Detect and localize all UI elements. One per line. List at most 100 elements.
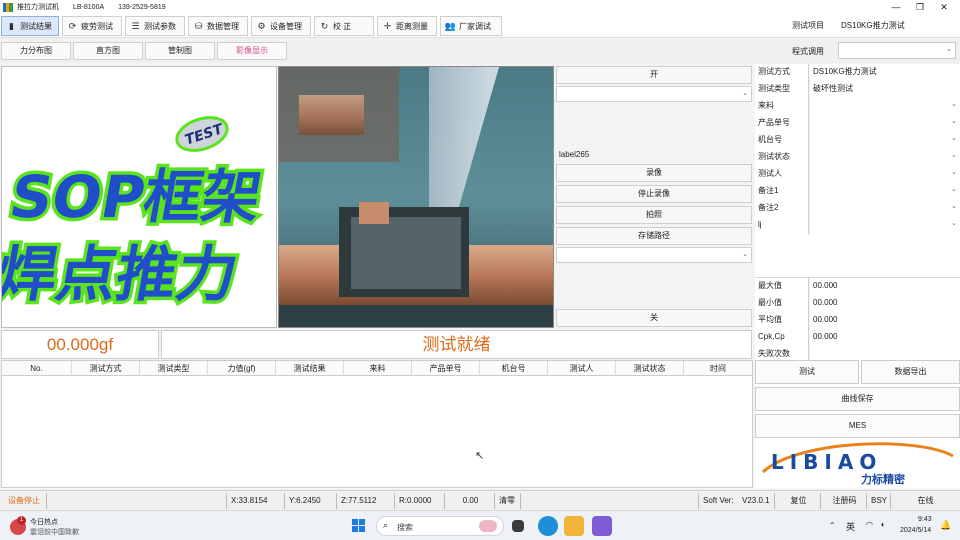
tray-chevron-icon[interactable]: ⌃: [829, 521, 836, 530]
column-header[interactable]: 测试方式: [72, 361, 140, 376]
test-button[interactable]: 测试: [755, 360, 859, 384]
users-icon: 👥: [444, 20, 457, 31]
project-label: 测试项目: [792, 21, 824, 30]
save-curve-button[interactable]: 曲线保存: [755, 387, 960, 411]
app-model: LB-8100A: [73, 3, 105, 11]
search-icon: ⌕: [383, 520, 389, 530]
test-params-button[interactable]: ☰ 测试参数: [125, 16, 185, 36]
column-header[interactable]: 测试人: [548, 361, 616, 376]
column-header[interactable]: No.: [2, 361, 72, 376]
column-header[interactable]: 测试结果: [276, 361, 344, 376]
info-row[interactable]: 测试人 ⌄: [755, 166, 960, 183]
calibrate-button[interactable]: ↻ 校 正: [314, 16, 374, 36]
tester-select[interactable]: [810, 166, 960, 183]
soft-version-value: V23.0.1: [742, 496, 770, 505]
info-row[interactable]: lj ⌄: [755, 217, 960, 234]
register-button[interactable]: 注册码: [820, 493, 864, 509]
factory-debug-button[interactable]: 👥 厂家调试: [440, 16, 502, 36]
clock-time[interactable]: 9:43: [918, 516, 932, 523]
device-status: 设备停止: [8, 496, 40, 505]
camera-open-button[interactable]: 开: [556, 66, 752, 84]
save-path-button[interactable]: 存储路径: [556, 227, 752, 245]
test-method-value: DS10KG推力测试: [810, 64, 960, 81]
zero-button[interactable]: 清零: [494, 493, 518, 509]
taskbar-search-box[interactable]: ⌕ 搜索: [376, 516, 504, 536]
clock-date[interactable]: 2024/5/14: [900, 527, 931, 534]
column-header[interactable]: 产品单号: [412, 361, 480, 376]
search-label: 搜索: [397, 523, 413, 532]
photo-button[interactable]: 拍照: [556, 206, 752, 224]
stop-record-button[interactable]: 停止录像: [556, 185, 752, 203]
distance-measure-button[interactable]: ✛ 距离测量: [377, 16, 437, 36]
volume-icon[interactable]: ◖: [880, 520, 885, 529]
edge-browser-icon[interactable]: [538, 516, 558, 536]
resolution-select[interactable]: ⌄: [556, 247, 752, 263]
file-explorer-icon[interactable]: [564, 516, 584, 536]
test-type-value: 破坏性测试: [810, 81, 960, 98]
maximize-icon[interactable]: ❐: [908, 0, 932, 14]
lj-select[interactable]: [810, 217, 960, 234]
tab-force-distribution[interactable]: 力分布图: [1, 42, 71, 60]
tab-histogram[interactable]: 直方图: [73, 42, 143, 60]
data-management-button[interactable]: ⛁ 数据管理: [188, 16, 248, 36]
sliders-icon: ☰: [131, 20, 140, 31]
refresh-icon: ⟳: [68, 20, 77, 31]
info-row[interactable]: 备注2 ⌄: [755, 200, 960, 217]
company-logo: LIBIAO 力标精密: [761, 442, 954, 486]
title-bar: 推拉力测试机 LB-8100A 139-2529-5819 — ❐ ✕: [0, 0, 960, 14]
news-subtitle[interactable]: 震泪前中国致歉: [30, 527, 79, 537]
camera-select[interactable]: ⌄: [556, 86, 752, 102]
note1-select[interactable]: [810, 183, 960, 200]
record-button[interactable]: 录像: [556, 164, 752, 182]
close-icon[interactable]: ✕: [932, 0, 956, 14]
column-header[interactable]: 来料: [344, 361, 412, 376]
column-header[interactable]: 测试类型: [140, 361, 208, 376]
column-header[interactable]: 时间: [684, 361, 752, 376]
column-header[interactable]: 力值(gf): [208, 361, 276, 376]
info-row[interactable]: 产品单号 ⌄: [755, 115, 960, 132]
results-table[interactable]: No. 测试方式 测试类型 力值(gf) 测试结果 来料 产品单号 机台号 测试…: [1, 360, 753, 488]
avg-value: 00.000: [810, 312, 960, 329]
order-number-select[interactable]: [810, 115, 960, 132]
wifi-icon[interactable]: ◠: [866, 520, 873, 529]
max-value: 00.000: [810, 278, 960, 295]
view-tabs-bar: 力分布图 直方图 管制图 影像显示 程式调用 ⌄: [0, 39, 960, 63]
tab-image-display[interactable]: 影像显示: [217, 42, 287, 60]
fatigue-test-button[interactable]: ⟳ 疲劳测试: [62, 16, 122, 36]
incoming-select[interactable]: [810, 98, 960, 115]
input-language[interactable]: 英: [846, 520, 855, 533]
info-row[interactable]: 机台号 ⌄: [755, 132, 960, 149]
info-row[interactable]: 来料 ⌄: [755, 98, 960, 115]
test-status-select[interactable]: [810, 149, 960, 166]
chevron-down-icon: ⌄: [951, 169, 957, 176]
reset-button[interactable]: 复位: [774, 493, 818, 509]
windows-start-icon[interactable]: [352, 519, 366, 533]
program-select[interactable]: ⌄: [838, 42, 956, 59]
info-row[interactable]: 测试状态 ⌄: [755, 149, 960, 166]
column-header[interactable]: 测试状态: [616, 361, 684, 376]
svg-text:LIBIAO: LIBIAO: [771, 450, 882, 474]
minimize-icon[interactable]: —: [884, 0, 908, 14]
chevron-down-icon: ⌄: [742, 251, 748, 258]
news-title[interactable]: 今日热点: [30, 517, 58, 527]
notification-bell-icon[interactable]: 🔔: [940, 520, 951, 531]
app-icon-taskbar[interactable]: [592, 516, 612, 536]
column-header[interactable]: 机台号: [480, 361, 548, 376]
test-results-button[interactable]: ▮ 测试结果: [1, 16, 59, 36]
info-row[interactable]: 备注1 ⌄: [755, 183, 960, 200]
tab-control-chart[interactable]: 管制图: [145, 42, 215, 60]
task-view-icon[interactable]: [512, 520, 524, 532]
stat-row: 平均值 00.000: [755, 312, 960, 329]
device-management-button[interactable]: ⚙ 设备管理: [251, 16, 311, 36]
chevron-down-icon: ⌄: [951, 118, 957, 125]
min-value: 00.000: [810, 295, 960, 312]
machine-number-select[interactable]: [810, 132, 960, 149]
mes-button[interactable]: MES: [755, 414, 960, 438]
project-value: DS10KG推力测试: [836, 17, 954, 34]
export-data-button[interactable]: 数据导出: [861, 360, 960, 384]
table-header: No. 测试方式 测试类型 力值(gf) 测试结果 来料 产品单号 机台号 测试…: [2, 361, 752, 376]
camera-close-button[interactable]: 关: [556, 309, 752, 327]
y-coordinate: Y:6.2450: [284, 493, 334, 509]
chevron-down-icon: ⌄: [951, 135, 957, 142]
note2-select[interactable]: [810, 200, 960, 217]
